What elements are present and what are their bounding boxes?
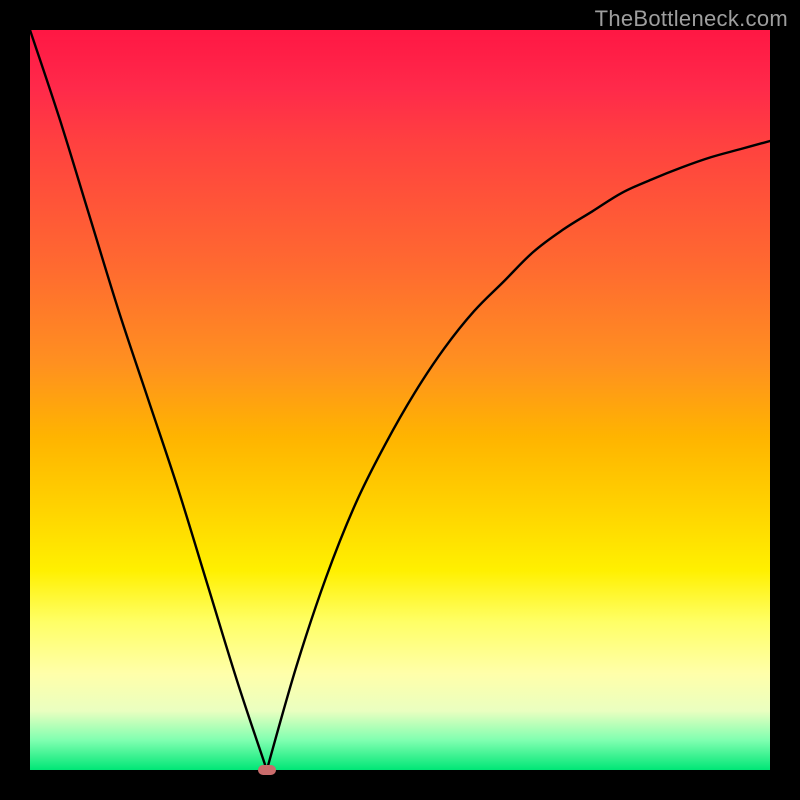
chart-plot-area: [30, 30, 770, 770]
bottleneck-curve: [30, 30, 770, 770]
watermark-text: TheBottleneck.com: [595, 6, 788, 32]
minimum-marker: [258, 765, 276, 775]
curve-right-branch: [267, 141, 770, 770]
curve-left-branch: [30, 30, 267, 770]
